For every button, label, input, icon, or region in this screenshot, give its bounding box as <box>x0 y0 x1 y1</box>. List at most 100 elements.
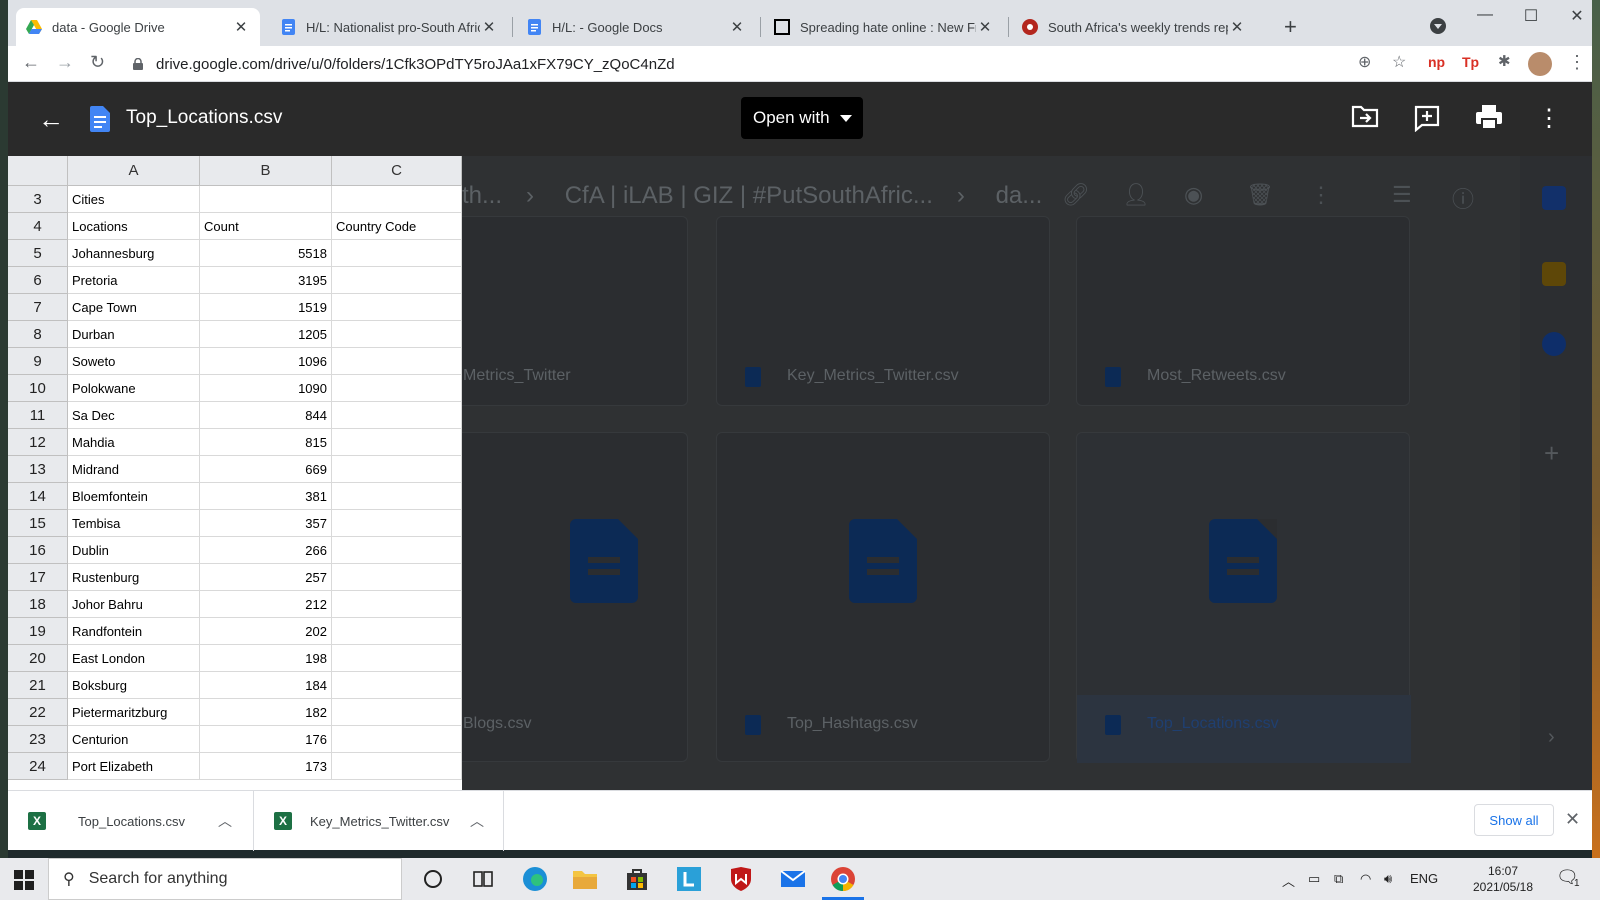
back-icon[interactable]: ← <box>22 52 40 73</box>
row-number[interactable]: 20 <box>8 645 68 672</box>
address-bar[interactable]: drive.google.com/drive/u/0/folders/1Cfk3… <box>132 50 1422 78</box>
cell-a[interactable]: Johannesburg <box>68 240 200 267</box>
cell-c[interactable] <box>332 699 462 726</box>
cell-b[interactable]: 198 <box>200 645 332 672</box>
close-tab-icon[interactable]: ✕ <box>976 18 994 36</box>
row-number[interactable]: 14 <box>8 483 68 510</box>
breadcrumb-item[interactable]: CfA | iLAB | GIZ | #PutSouthAfric... <box>565 182 933 209</box>
cell-b[interactable]: 1205 <box>200 321 332 348</box>
extensions-puzzle-icon[interactable]: ✱ <box>1498 52 1511 70</box>
cell-a[interactable]: Boksburg <box>68 672 200 699</box>
new-tab-icon[interactable]: + <box>1284 14 1297 40</box>
taskbar-search-box[interactable]: ⚲ Search for anything <box>48 858 402 900</box>
tab-hl-doc[interactable]: H/L: - Google Docs ✕ <box>516 8 756 46</box>
cell-b[interactable]: 173 <box>200 753 332 780</box>
mcafee-icon[interactable] <box>726 864 756 894</box>
cell-a[interactable]: Randfontein <box>68 618 200 645</box>
edge-browser-icon[interactable] <box>520 864 550 894</box>
row-number[interactable]: 5 <box>8 240 68 267</box>
cell-c[interactable] <box>332 321 462 348</box>
row-number[interactable]: 15 <box>8 510 68 537</box>
cell-a[interactable]: Cape Town <box>68 294 200 321</box>
row-number[interactable]: 17 <box>8 564 68 591</box>
tab-weekly-trends[interactable]: South Africa's weekly trends repo ✕ <box>1012 8 1256 46</box>
cell-b[interactable]: 1519 <box>200 294 332 321</box>
battery-icon[interactable]: ▭ <box>1308 871 1320 887</box>
row-number[interactable]: 10 <box>8 375 68 402</box>
file-explorer-icon[interactable] <box>570 864 600 894</box>
language-indicator[interactable]: ENG <box>1410 871 1438 886</box>
cell-a[interactable]: Locations <box>68 213 200 240</box>
cell-c[interactable] <box>332 375 462 402</box>
row-number[interactable]: 8 <box>8 321 68 348</box>
cell-b[interactable]: 815 <box>200 429 332 456</box>
close-window-icon[interactable]: ✕ <box>1562 6 1592 26</box>
cell-c[interactable] <box>332 564 462 591</box>
show-hidden-icons-chevron[interactable]: ︿ <box>1282 871 1295 890</box>
store-icon[interactable] <box>622 864 652 894</box>
column-header-a[interactable]: A <box>68 156 200 186</box>
system-clock[interactable]: 16:07 2021/05/18 <box>1468 863 1538 895</box>
row-number[interactable]: 24 <box>8 753 68 780</box>
cell-c[interactable] <box>332 483 462 510</box>
chevron-up-icon[interactable]: ︿ <box>218 811 232 831</box>
tab-search-icon[interactable] <box>1430 18 1446 34</box>
device-icon[interactable]: ⧉ <box>1334 871 1343 887</box>
row-number[interactable]: 22 <box>8 699 68 726</box>
windows-start-icon[interactable] <box>14 870 34 890</box>
cell-b[interactable] <box>200 186 332 213</box>
browser-menu-icon[interactable]: ⋮ <box>1568 52 1586 73</box>
tab-nationalist-doc[interactable]: H/L: Nationalist pro-South Africa ✕ <box>270 8 508 46</box>
forward-icon[interactable]: → <box>56 52 74 73</box>
row-number[interactable]: 11 <box>8 402 68 429</box>
cell-c[interactable] <box>332 348 462 375</box>
cell-c[interactable] <box>332 456 462 483</box>
row-number[interactable]: 19 <box>8 618 68 645</box>
close-tab-icon[interactable]: ✕ <box>728 18 746 36</box>
cell-a[interactable]: Midrand <box>68 456 200 483</box>
minimize-icon[interactable]: — <box>1470 6 1500 24</box>
maximize-icon[interactable]: ☐ <box>1516 6 1546 26</box>
cell-a[interactable]: Centurion <box>68 726 200 753</box>
cell-b[interactable]: 176 <box>200 726 332 753</box>
reload-icon[interactable]: ↻ <box>90 52 105 73</box>
row-number[interactable]: 18 <box>8 591 68 618</box>
bookmark-star-icon[interactable]: ☆ <box>1392 52 1406 72</box>
row-number[interactable]: 16 <box>8 537 68 564</box>
cell-b[interactable]: 257 <box>200 564 332 591</box>
cell-c[interactable] <box>332 618 462 645</box>
cell-a[interactable]: Port Elizabeth <box>68 753 200 780</box>
cell-c[interactable] <box>332 753 462 780</box>
cell-b[interactable]: 3195 <box>200 267 332 294</box>
chrome-icon[interactable] <box>828 864 858 894</box>
cell-a[interactable]: Sa Dec <box>68 402 200 429</box>
download-item[interactable]: X Top_Locations.csv ︿ <box>8 791 254 851</box>
wifi-icon[interactable]: ◠ <box>1360 871 1371 887</box>
task-view-icon[interactable] <box>468 864 498 894</box>
row-number[interactable]: 3 <box>8 186 68 213</box>
cell-c[interactable] <box>332 510 462 537</box>
breadcrumb-item[interactable]: da... <box>996 182 1043 209</box>
close-tab-icon[interactable]: ✕ <box>480 18 498 36</box>
close-viewer-back-icon[interactable]: ← <box>38 104 64 135</box>
cell-a[interactable]: Cities <box>68 186 200 213</box>
row-number[interactable]: 21 <box>8 672 68 699</box>
cell-b[interactable]: 266 <box>200 537 332 564</box>
csv-preview-sheet[interactable]: A B C 3 Cities 4 Locations Count Country Code… <box>8 156 462 790</box>
cell-b[interactable]: 1096 <box>200 348 332 375</box>
cell-a[interactable]: Soweto <box>68 348 200 375</box>
cell-a[interactable]: Johor Bahru <box>68 591 200 618</box>
volume-icon[interactable]: 🔊︎ <box>1384 871 1392 887</box>
cell-a[interactable]: Rustenburg <box>68 564 200 591</box>
cell-c[interactable]: Country Code <box>332 213 462 240</box>
cell-c[interactable] <box>332 186 462 213</box>
cell-a[interactable]: Polokwane <box>68 375 200 402</box>
cell-c[interactable] <box>332 294 462 321</box>
cell-a[interactable]: Bloemfontein <box>68 483 200 510</box>
breadcrumb-item[interactable]: th... <box>462 182 502 209</box>
profile-avatar[interactable] <box>1528 52 1552 76</box>
add-to-folder-icon[interactable] <box>1350 104 1380 134</box>
tab-spreading-hate[interactable]: Spreading hate online : New Fran ✕ <box>764 8 1004 46</box>
l-app-icon[interactable] <box>674 864 704 894</box>
cell-c[interactable] <box>332 726 462 753</box>
